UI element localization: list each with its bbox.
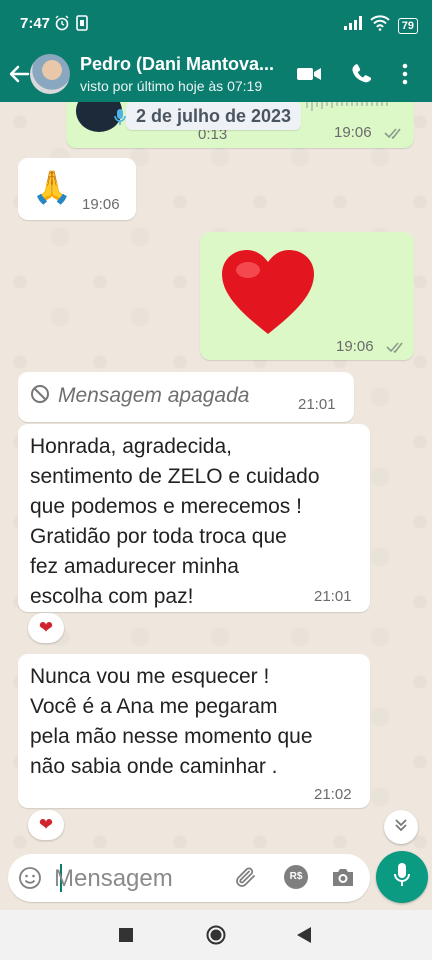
video-call-icon[interactable] bbox=[296, 62, 322, 91]
message-time: 21:02 bbox=[314, 786, 352, 803]
message-composer: R$ bbox=[8, 854, 370, 902]
home-icon[interactable] bbox=[206, 925, 226, 950]
voice-record-button[interactable] bbox=[376, 851, 428, 903]
audio-waveform[interactable] bbox=[306, 102, 396, 119]
double-chevron-down-icon bbox=[393, 817, 409, 838]
back-arrow-icon[interactable] bbox=[8, 60, 30, 93]
recent-apps-icon[interactable] bbox=[119, 928, 133, 947]
message-time: 19:06 bbox=[334, 124, 372, 141]
message-time: 19:06 bbox=[336, 338, 374, 355]
read-receipt-icon bbox=[384, 126, 404, 144]
status-bar: 7:47 79 bbox=[0, 0, 432, 48]
battery-indicator: 79 bbox=[397, 17, 418, 34]
alarm-icon bbox=[54, 15, 70, 36]
more-options-icon[interactable] bbox=[400, 62, 410, 91]
chat-area[interactable]: 0:13 19:06 2 de julho de 2023 🙏 19:06 19… bbox=[0, 102, 432, 850]
message-time: 21:01 bbox=[298, 396, 336, 413]
message-bubble-incoming[interactable]: Nunca vou me esquecer ! Você é a Ana me … bbox=[18, 654, 370, 808]
message-time: 19:06 bbox=[82, 196, 120, 213]
last-seen-status: visto por último hoje às 07:19 bbox=[80, 78, 263, 94]
status-time: 7:47 bbox=[20, 15, 51, 32]
microphone-icon bbox=[393, 862, 411, 893]
message-time: 21:01 bbox=[314, 588, 352, 605]
signal-icon bbox=[343, 16, 362, 35]
message-bubble-incoming[interactable]: Honrada, agradecida, sentimento de ZELO … bbox=[18, 424, 370, 612]
deleted-message-text: Mensagem apagada bbox=[58, 384, 250, 407]
message-input[interactable] bbox=[52, 862, 226, 896]
scroll-to-bottom-button[interactable] bbox=[384, 810, 418, 844]
back-nav-icon[interactable] bbox=[297, 927, 311, 948]
heart-reaction[interactable]: ❤ bbox=[28, 810, 64, 840]
message-bubble-incoming[interactable]: 🙏 19:06 bbox=[18, 158, 136, 220]
camera-icon[interactable] bbox=[331, 866, 355, 893]
attach-icon[interactable] bbox=[234, 866, 260, 895]
microphone-icon bbox=[114, 108, 126, 131]
voice-call-icon[interactable] bbox=[350, 62, 372, 91]
date-separator: 2 de julho de 2023 bbox=[126, 102, 302, 130]
chat-header: Pedro (Dani Mantova... visto por último … bbox=[0, 48, 432, 102]
wifi-icon bbox=[370, 15, 390, 36]
system-navigation-bar bbox=[0, 910, 432, 960]
praying-hands-emoji: 🙏 bbox=[32, 169, 72, 205]
sim-icon bbox=[76, 15, 88, 36]
contact-name[interactable]: Pedro (Dani Mantova... bbox=[80, 54, 274, 75]
blocked-icon bbox=[30, 384, 50, 409]
red-heart-emoji bbox=[220, 248, 316, 343]
message-text: Honrada, agradecida, sentimento de ZELO … bbox=[30, 435, 320, 608]
message-bubble-outgoing[interactable]: 19:06 bbox=[200, 232, 414, 360]
payment-icon[interactable]: R$ bbox=[284, 865, 308, 889]
read-receipt-icon bbox=[386, 340, 406, 358]
contact-avatar[interactable] bbox=[30, 54, 70, 94]
message-text: Nunca vou me esquecer ! Você é a Ana me … bbox=[30, 665, 313, 778]
heart-reaction[interactable]: ❤ bbox=[28, 613, 64, 643]
deleted-message-bubble[interactable]: Mensagem apagada 21:01 bbox=[18, 372, 354, 422]
emoji-icon[interactable] bbox=[18, 866, 42, 895]
